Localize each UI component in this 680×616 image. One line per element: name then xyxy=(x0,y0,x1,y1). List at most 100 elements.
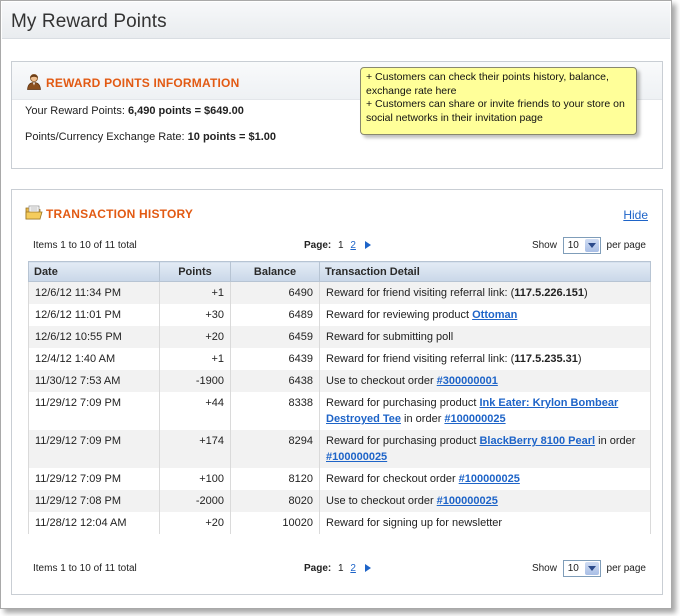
cell-detail: Reward for purchasing product BlackBerry… xyxy=(319,430,651,468)
reward-points-row: Your Reward Points: 6,490 points = $649.… xyxy=(25,105,244,117)
table-row: 12/6/12 10:55 PM +20 6459 Reward for submit… xyxy=(28,326,651,348)
detail-link[interactable]: BlackBerry 8100 Pearl xyxy=(479,435,595,447)
cell-date: 12/4/12 1:40 AM xyxy=(28,348,160,370)
table-row: 12/6/12 11:34 PM +1 6490 Reward for friend … xyxy=(28,281,651,304)
per-page-value: 10 xyxy=(567,240,579,251)
per-page-control: Show 10 per page xyxy=(532,237,646,254)
column-header-detail[interactable]: Transaction Detail xyxy=(319,261,651,282)
column-header-balance[interactable]: Balance xyxy=(230,261,320,282)
cell-detail: Reward for purchasing product Ink Eater:… xyxy=(319,392,651,430)
exchange-rate-value: 10 points = $1.00 xyxy=(187,131,277,143)
cell-balance: 6439 xyxy=(230,348,320,370)
per-page-select[interactable]: 10 xyxy=(562,237,601,254)
page-link-2-bottom[interactable]: 2 xyxy=(350,563,356,574)
detail-text: Use to checkout order xyxy=(326,495,437,507)
detail-text: Reward for purchasing product xyxy=(326,397,480,409)
exchange-rate-row: Points/Currency Exchange Rate: 10 points… xyxy=(25,131,276,143)
detail-text: Reward for reviewing product xyxy=(326,309,473,321)
page-navigation-bottom: Page: 1 2 xyxy=(304,563,371,574)
cell-points: +20 xyxy=(159,326,231,348)
detail-text-after: ) xyxy=(584,287,588,299)
note-line-2: + Customers can share or invite friends … xyxy=(366,98,625,124)
detail-link[interactable]: #100000025 xyxy=(437,495,498,507)
per-page-label: per page xyxy=(606,240,646,251)
tooltip-note: + Customers can check their points histo… xyxy=(360,67,637,135)
detail-link[interactable]: #300000001 xyxy=(437,375,498,387)
user-icon xyxy=(27,74,41,90)
per-page-label-bottom: per page xyxy=(606,563,646,574)
table-row: 11/30/12 7:53 AM -1900 6438 Use to checkout… xyxy=(28,370,651,392)
cell-date: 11/29/12 7:09 PM xyxy=(28,430,160,468)
hide-link[interactable]: Hide xyxy=(623,208,648,222)
detail-text: Reward for friend visiting referral link… xyxy=(326,287,515,299)
cell-points: -1900 xyxy=(159,370,231,392)
table-row: 11/29/12 7:08 PM -2000 8020 Use to checkout… xyxy=(28,490,651,512)
detail-text: Reward for friend visiting referral link… xyxy=(326,353,515,365)
per-page-select-bottom[interactable]: 10 xyxy=(562,560,601,577)
table-header-row: Date Points Balance Transaction Detail xyxy=(28,261,651,282)
cell-points: +30 xyxy=(159,304,231,326)
detail-link[interactable]: #100000025 xyxy=(459,473,520,485)
page-link-2[interactable]: 2 xyxy=(350,240,356,251)
cell-detail: Reward for signing up for newsletter xyxy=(319,512,651,534)
page-title: My Reward Points xyxy=(11,11,167,32)
cell-points: -2000 xyxy=(159,490,231,512)
transaction-table: Date Points Balance Transaction Detail 1… xyxy=(28,261,651,534)
page-label-bottom: Page: xyxy=(304,563,332,574)
reward-info-title: REWARD POINTS INFORMATION xyxy=(46,76,240,90)
cell-balance: 6438 xyxy=(230,370,320,392)
reward-points-value: 6,490 points = $649.00 xyxy=(127,105,244,117)
cell-balance: 8294 xyxy=(230,430,320,468)
detail-text: Reward for signing up for newsletter xyxy=(326,517,503,529)
detail-text-after: ) xyxy=(577,353,582,365)
cell-points: +174 xyxy=(159,430,231,468)
note-line-1: + Customers can check their points histo… xyxy=(366,71,609,97)
folder-icon xyxy=(25,205,43,220)
detail-text-tail: in order xyxy=(401,413,445,425)
table-row: 11/29/12 7:09 PM +44 8338 Reward for purcha… xyxy=(28,392,651,430)
items-count-text-bottom: Items 1 to 10 of 11 total xyxy=(33,563,137,574)
cell-date: 11/28/12 12:04 AM xyxy=(28,512,160,534)
page-current: 1 xyxy=(338,240,344,251)
cell-balance: 10020 xyxy=(230,512,320,534)
cell-detail: Reward for checkout order #100000025 xyxy=(319,468,651,490)
cell-date: 12/6/12 11:01 PM xyxy=(28,304,160,326)
cell-points: +100 xyxy=(159,468,231,490)
pager-top: Items 1 to 10 of 11 total Page: 1 2 Show… xyxy=(28,235,646,257)
next-page-arrow-icon[interactable] xyxy=(364,241,371,249)
cell-detail: Use to checkout order #300000001 xyxy=(319,370,651,392)
per-page-value-bottom: 10 xyxy=(567,563,579,574)
detail-link[interactable]: Ottoman xyxy=(472,309,517,321)
dropdown-arrow-icon xyxy=(584,562,599,575)
table-row: 11/28/12 12:04 AM +20 10020 Reward for sign… xyxy=(28,512,651,534)
items-count-text: Items 1 to 10 of 11 total xyxy=(33,240,137,251)
order-link[interactable]: #100000025 xyxy=(444,413,505,425)
cell-balance: 8020 xyxy=(230,490,320,512)
detail-text: Reward for checkout order xyxy=(326,473,459,485)
cell-date: 11/30/12 7:53 AM xyxy=(28,370,160,392)
show-label: Show xyxy=(531,240,557,251)
table-row: 12/6/12 11:01 PM +30 6489 Reward for review… xyxy=(28,304,651,326)
cell-balance: 6489 xyxy=(230,304,320,326)
reward-points-label: Your Reward Points: xyxy=(25,105,125,117)
cell-points: +1 xyxy=(159,348,231,370)
detail-text: Reward for submitting poll xyxy=(326,331,454,343)
detail-ip: 117.5.235.31 xyxy=(514,353,578,365)
cell-detail: Reward for reviewing product Ottoman xyxy=(319,304,651,326)
page-navigation: Page: 1 2 xyxy=(304,240,371,251)
per-page-control-bottom: Show 10 per page xyxy=(532,560,646,577)
transaction-history-header: TRANSACTION HISTORY Hide xyxy=(12,190,662,230)
table-row: 12/4/12 1:40 AM +1 6439 Reward for friend v… xyxy=(28,348,651,370)
column-header-points[interactable]: Points xyxy=(159,261,231,282)
cell-balance: 6490 xyxy=(230,281,320,304)
table-row: 11/29/12 7:09 PM +100 8120 Reward for check… xyxy=(28,468,651,490)
order-link[interactable]: #100000025 xyxy=(326,451,387,463)
cell-points: +44 xyxy=(159,392,231,430)
page-current-bottom: 1 xyxy=(338,563,344,574)
pager-bottom: Items 1 to 10 of 11 total Page: 1 2 Show… xyxy=(28,558,646,580)
cell-detail: Reward for friend visiting referral link… xyxy=(319,348,651,370)
column-header-date[interactable]: Date xyxy=(28,261,160,282)
table-row: 11/29/12 7:09 PM +174 8294 Reward for purch… xyxy=(28,430,651,468)
cell-points: +20 xyxy=(159,512,231,534)
next-page-arrow-icon[interactable] xyxy=(364,564,371,572)
